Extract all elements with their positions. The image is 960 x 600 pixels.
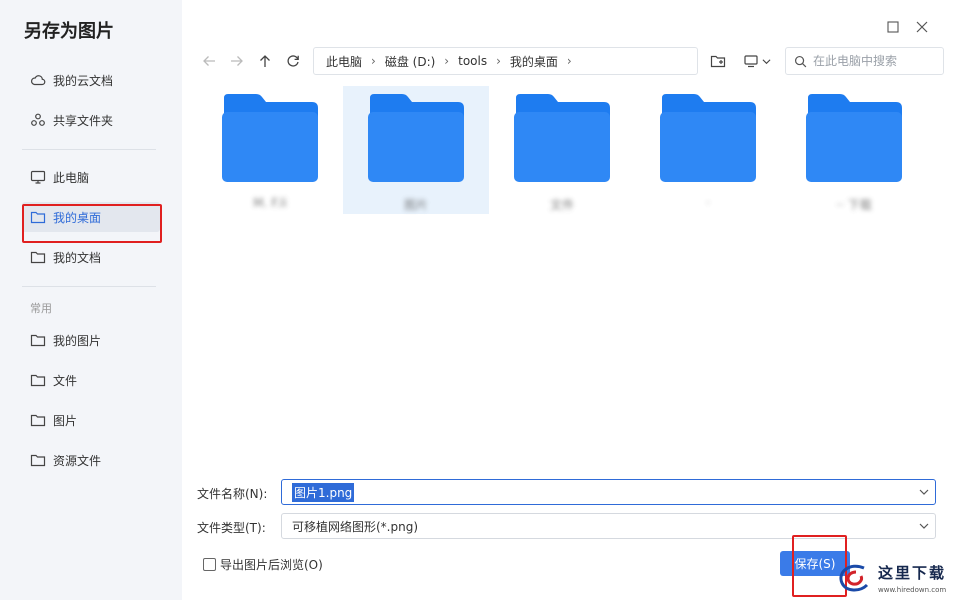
folder-icon: [30, 249, 46, 265]
folder-item[interactable]: 文件: [489, 86, 635, 214]
sidebar: 另存为图片 我的云文档 共享文件夹 此电脑 我的桌面 我的文档 常用 我的图片 …: [0, 0, 182, 600]
new-folder-button[interactable]: [707, 50, 729, 72]
sidebar-item-pictures[interactable]: 图片: [22, 405, 160, 435]
arrow-right-icon: [231, 56, 243, 66]
sidebar-item-shared-folder[interactable]: 共享文件夹: [22, 105, 160, 135]
folder-icon: [514, 94, 610, 182]
view-icon: [743, 55, 758, 68]
breadcrumb-item[interactable]: 此电脑: [326, 53, 362, 70]
open-after-export-option[interactable]: 导出图片后浏览(O): [203, 556, 323, 573]
folder-label: M. F.li: [253, 196, 287, 210]
sidebar-divider: [22, 286, 156, 287]
sidebar-item-cloud-docs[interactable]: 我的云文档: [22, 65, 160, 95]
sidebar-item-my-documents[interactable]: 我的文档: [22, 242, 160, 272]
watermark-logo: 这里下载 www.hiredown.com: [828, 556, 960, 600]
sidebar-item-label: 此电脑: [53, 170, 90, 185]
sidebar-item-resources[interactable]: 资源文件: [22, 445, 160, 475]
folder-label: ·· 下载: [836, 198, 872, 212]
folder-icon: [30, 452, 46, 468]
open-after-export-label: 导出图片后浏览(O): [220, 558, 323, 572]
folder-icon: [30, 412, 46, 428]
search-input[interactable]: [813, 54, 933, 68]
sidebar-item-label: 我的桌面: [53, 210, 102, 225]
new-folder-icon: [710, 55, 726, 68]
refresh-button[interactable]: [282, 50, 304, 72]
folder-icon: [806, 94, 902, 182]
folder-label: 文件: [549, 198, 574, 212]
filename-value: 图片1.png: [292, 482, 355, 502]
sidebar-item-label: 我的文档: [53, 250, 102, 265]
folder-icon: [30, 209, 46, 225]
search-box[interactable]: [785, 47, 944, 75]
share-folder-icon: [30, 112, 46, 128]
arrow-left-icon: [203, 56, 215, 66]
chevron-down-icon: [762, 58, 770, 64]
up-button[interactable]: [254, 50, 276, 72]
chevron-right-icon: ›: [371, 54, 376, 68]
folder-item[interactable]: M. F.li: [197, 86, 343, 214]
sidebar-item-label: 我的图片: [53, 333, 102, 348]
maximize-button[interactable]: [884, 18, 902, 36]
breadcrumb-item[interactable]: 磁盘 (D:): [385, 53, 435, 70]
folder-icon: [30, 332, 46, 348]
folder-item[interactable]: ·: [635, 86, 781, 214]
dialog-title: 另存为图片: [24, 21, 114, 42]
sidebar-item-files[interactable]: 文件: [22, 365, 160, 395]
filetype-label: 文件类型(T):: [197, 521, 266, 535]
folder-label: ·: [706, 196, 710, 210]
chevron-right-icon: ›: [566, 54, 572, 68]
chevron-down-icon: [919, 489, 929, 495]
filetype-select[interactable]: 可移植网络图形(*.png): [281, 513, 936, 539]
view-mode-button[interactable]: [741, 50, 773, 72]
sidebar-item-label: 我的云文档: [53, 73, 114, 88]
breadcrumb-item[interactable]: 我的桌面: [510, 53, 558, 70]
chevron-right-icon: ›: [444, 54, 450, 68]
watermark-url: www.hiredown.com: [878, 586, 947, 594]
cloud-icon: [30, 72, 46, 88]
folder-item[interactable]: ·· 下载: [781, 86, 927, 214]
search-icon: [794, 55, 807, 67]
breadcrumb[interactable]: 此电脑 › 磁盘 (D:) › tools › 我的桌面 ›: [313, 47, 698, 75]
sidebar-item-label: 资源文件: [53, 453, 102, 468]
filename-input[interactable]: 图片1.png: [281, 479, 936, 505]
folder-icon: [30, 372, 46, 388]
sidebar-item-my-pictures[interactable]: 我的图片: [22, 325, 160, 355]
breadcrumb-item[interactable]: tools: [458, 54, 487, 68]
refresh-icon: [287, 55, 299, 67]
close-button[interactable]: [913, 18, 931, 36]
sidebar-item-label: 文件: [53, 373, 78, 388]
sidebar-item-my-desktop[interactable]: 我的桌面: [22, 202, 160, 232]
folder-icon: [660, 94, 756, 182]
sidebar-item-label: 图片: [53, 413, 78, 428]
folder-label: 图片: [403, 198, 428, 212]
filetype-value: 可移植网络图形(*.png): [292, 519, 419, 534]
monitor-icon: [30, 169, 46, 185]
close-icon: [916, 21, 928, 33]
folder-item[interactable]: 图片: [343, 86, 489, 214]
watermark-swirl-icon: [839, 564, 869, 592]
folder-icon: [222, 94, 318, 182]
folder-icon: [368, 94, 464, 182]
chevron-right-icon: ›: [496, 54, 501, 68]
open-after-export-checkbox[interactable]: [203, 558, 216, 571]
sidebar-divider: [22, 149, 156, 150]
sidebar-item-label: 共享文件夹: [53, 113, 114, 128]
sidebar-item-this-pc[interactable]: 此电脑: [22, 162, 160, 192]
watermark-title: 这里下载: [878, 564, 947, 582]
forward-button[interactable]: [226, 50, 248, 72]
filename-label: 文件名称(N):: [197, 487, 268, 501]
sidebar-section-label: 常用: [30, 302, 52, 315]
back-button[interactable]: [198, 50, 220, 72]
arrow-up-icon: [260, 55, 270, 67]
chevron-down-icon: [919, 523, 929, 529]
